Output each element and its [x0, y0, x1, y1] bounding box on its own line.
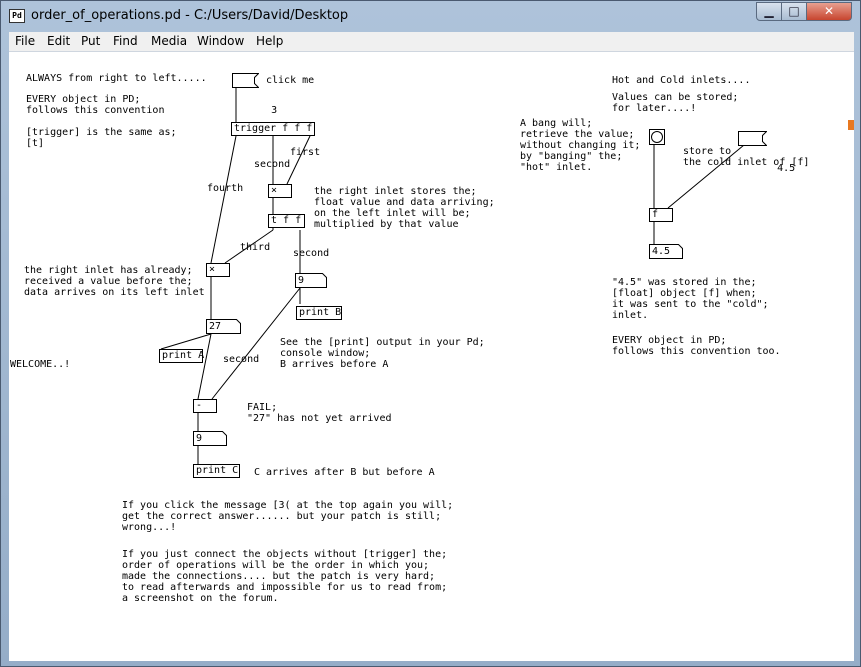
number-box-9-b[interactable]: 9	[295, 273, 327, 288]
minimize-button[interactable]: ▁	[756, 2, 782, 21]
comment-second-1: second	[254, 159, 291, 170]
comment-without-trigger: If you just connect the objects without …	[122, 549, 448, 604]
message-3[interactable]: 3	[232, 73, 277, 116]
comment-second-2: second	[293, 248, 330, 259]
comment-click-me: click me	[266, 75, 315, 86]
object-trigger-f-f-f[interactable]: trigger f f f	[231, 122, 315, 136]
comment-every-object-too: EVERY object in PD; follows this convent…	[612, 335, 781, 357]
maximize-button[interactable]: □	[781, 2, 807, 21]
comment-see-print-output: See the [print] output in your Pd; conso…	[280, 337, 485, 370]
comment-always-right-to-left: ALWAYS from right to left.....	[26, 73, 207, 84]
menu-file[interactable]: File	[15, 34, 35, 48]
comment-welcome: WELCOME..!	[10, 359, 71, 370]
comment-fourth: fourth	[207, 183, 244, 194]
comment-every-object: EVERY object in PD; follows this convent…	[26, 94, 165, 116]
pd-app-icon: Pd	[9, 9, 25, 23]
object-multiply-1[interactable]: ×	[268, 184, 292, 198]
menu-find[interactable]: Find	[113, 34, 138, 48]
patch-canvas[interactable]: ALWAYS from right to left..... EVERY obj…	[9, 52, 854, 661]
number-box-4-5[interactable]: 4.5	[649, 244, 683, 259]
object-minus[interactable]: -	[193, 399, 217, 413]
number-box-27[interactable]: 27	[206, 319, 241, 334]
menu-media[interactable]: Media	[151, 34, 187, 48]
menu-put[interactable]: Put	[81, 34, 100, 48]
comment-second-3: second	[223, 354, 260, 365]
menu-help[interactable]: Help	[256, 34, 283, 48]
object-print-b[interactable]: print B	[296, 306, 342, 320]
wire	[197, 333, 212, 400]
comment-values-stored: Values can be stored; for later....!	[612, 92, 739, 114]
comment-c-arrives: C arrives after B but before A	[254, 467, 435, 478]
comment-third: third	[240, 242, 271, 253]
close-button[interactable]: ✕	[806, 2, 852, 21]
object-multiply-2[interactable]: ×	[206, 263, 230, 277]
menu-bar: File Edit Put Find Media Window Help	[9, 32, 854, 52]
comment-first: first	[290, 147, 321, 158]
title-bar[interactable]: Pd order_of_operations.pd - C:/Users/Dav…	[1, 1, 860, 31]
menu-edit[interactable]: Edit	[47, 34, 70, 48]
menu-window[interactable]: Window	[197, 34, 244, 48]
pd-patch-window: Pd order_of_operations.pd - C:/Users/Dav…	[0, 0, 861, 667]
object-float[interactable]: f	[649, 208, 673, 222]
comment-bang-will-retrieve: A bang will; retrieve the value; without…	[520, 118, 641, 173]
bang-button[interactable]	[649, 129, 665, 145]
bang-circle-icon	[651, 131, 663, 143]
window-title: order_of_operations.pd - C:/Users/David/…	[31, 8, 349, 23]
comment-click-message-again: If you click the message [3( at the top …	[122, 500, 454, 533]
object-t-f-f[interactable]: t f f	[268, 214, 305, 228]
comment-right-inlet-already: the right inlet has already; received a …	[24, 265, 205, 298]
wire	[210, 135, 237, 264]
wire	[286, 135, 311, 185]
comment-trigger-same-as-t: [trigger] is the same as; [t]	[26, 127, 177, 149]
comment-hot-cold-inlets: Hot and Cold inlets....	[612, 75, 751, 86]
object-print-a[interactable]: print A	[159, 349, 204, 363]
comment-fail: FAIL; "27" has not yet arrived	[247, 402, 392, 424]
message-4-5[interactable]: 4.5	[738, 131, 795, 174]
comment-stored-in-float: "4.5" was stored in the; [float] object …	[612, 277, 769, 321]
number-box-9-c[interactable]: 9	[193, 431, 227, 446]
wire	[160, 333, 212, 350]
comment-right-inlet-stores: the right inlet stores the; float value …	[314, 186, 495, 230]
object-print-c[interactable]: print C	[193, 464, 240, 478]
